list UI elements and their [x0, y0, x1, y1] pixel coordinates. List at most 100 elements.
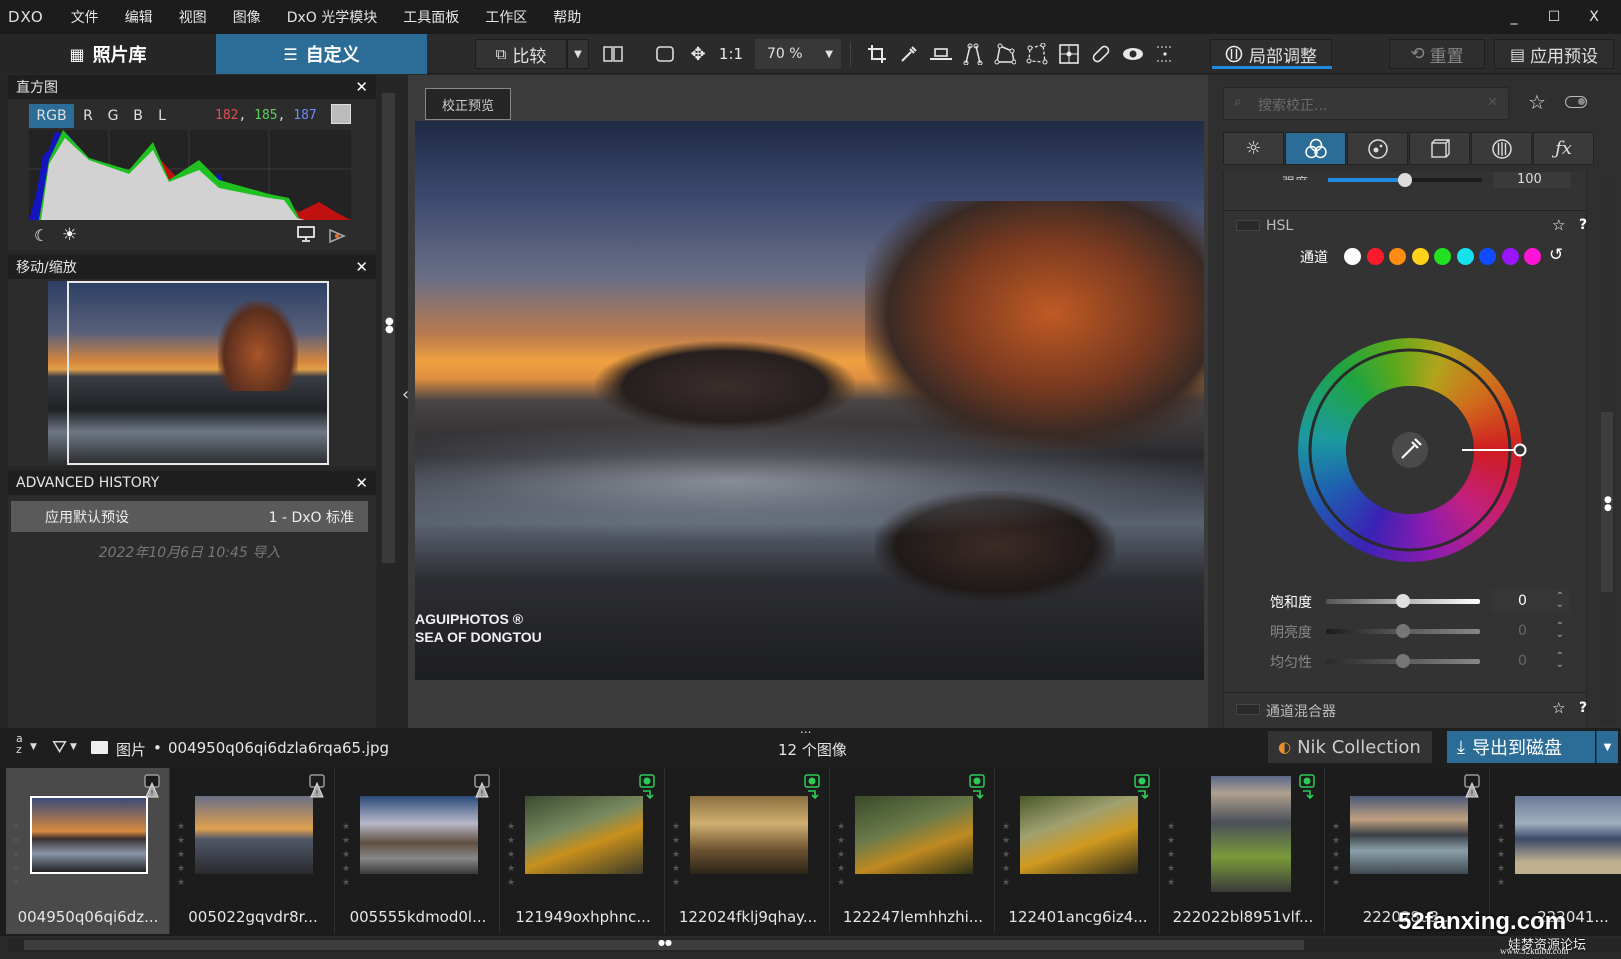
navigator-viewport-frame[interactable] — [67, 281, 329, 465]
hue-color-wheel[interactable] — [1290, 330, 1530, 570]
close-icon[interactable]: ✕ — [355, 258, 368, 276]
intensity-slider[interactable] — [1328, 173, 1482, 187]
hist-channel-b[interactable]: B — [128, 104, 148, 128]
side-by-side-icon[interactable] — [600, 42, 626, 66]
channel-swatch-blue[interactable] — [1479, 248, 1496, 265]
star-rating[interactable]: ★ ★ ★ ★ ★ — [672, 820, 682, 890]
one-to-one-button[interactable]: 1:1 — [718, 42, 744, 66]
hsl-favorite-star-icon[interactable]: ☆ — [1552, 216, 1565, 234]
menu-image[interactable]: 图像 — [220, 7, 274, 27]
hist-channel-l[interactable]: L — [152, 104, 172, 128]
menu-optics-modules[interactable]: DxO 光学模块 — [274, 7, 391, 27]
collapse-left-icon[interactable]: ‹ — [402, 384, 409, 405]
close-window-button[interactable]: X — [1574, 0, 1614, 34]
spin-arrows-icon[interactable]: ⌃ ⌄ — [1556, 592, 1564, 610]
menu-file[interactable]: 文件 — [58, 7, 112, 27]
channel-mixer-toggle[interactable] — [1236, 704, 1260, 715]
favorites-star-icon[interactable]: ☆ — [1528, 90, 1546, 114]
intensity-value[interactable]: 100 — [1493, 172, 1571, 188]
tab-photolibrary[interactable]: ▦ 照片库 — [0, 34, 216, 74]
hsl-enable-toggle[interactable] — [1236, 220, 1260, 231]
nik-collection-button[interactable]: ◐ Nik Collection — [1268, 731, 1432, 763]
sun-icon[interactable]: ☀ — [62, 225, 77, 245]
zoom-select[interactable]: 70 % ▼ — [755, 39, 841, 69]
palette-tab-local[interactable] — [1471, 132, 1532, 165]
tab-customize[interactable]: ☰ 自定义 — [216, 34, 427, 74]
palette-tab-geometry[interactable] — [1409, 132, 1470, 165]
channel-swatch-red[interactable] — [1366, 248, 1384, 265]
channel-swatch-all[interactable] — [1344, 248, 1361, 265]
drag-handle-icon[interactable]: ●● — [1604, 496, 1612, 513]
palette-tab-fx[interactable]: ƒx — [1533, 132, 1594, 165]
more-options[interactable]: ... — [800, 722, 811, 736]
channel-swatch-yellow[interactable] — [1411, 248, 1429, 265]
sort-button[interactable]: az — [16, 733, 23, 755]
channel-swatch-orange[interactable] — [1389, 248, 1406, 265]
red-eye-icon[interactable] — [1120, 42, 1146, 66]
grid-overlay-icon[interactable] — [1152, 42, 1178, 66]
moon-icon[interactable]: ☾ — [34, 226, 48, 245]
apply-preset-button[interactable]: ▤ 应用预设 — [1494, 39, 1614, 69]
filmstrip-thumbnail[interactable]: ★ ★ ★ ★ ★! 005022gqvdr8r... — [171, 768, 335, 934]
reset-channel-icon[interactable]: ↺ — [1549, 245, 1563, 265]
perspective-8pt-icon[interactable] — [1024, 42, 1050, 66]
perspective-rect-icon[interactable] — [992, 42, 1018, 66]
monitor-icon[interactable] — [297, 226, 315, 246]
luminance-knob[interactable] — [1396, 624, 1410, 638]
star-rating[interactable]: ★ ★ ★ ★ ★ — [177, 820, 187, 890]
horizon-icon[interactable] — [928, 42, 954, 66]
export-to-disk-button[interactable]: ⤓ 导出到磁盘 — [1447, 731, 1595, 763]
filmstrip-thumbnail[interactable]: ★ ★ ★ ★ ★ 122247lemhhzhi... — [831, 768, 995, 934]
hist-channel-rgb[interactable]: RGB — [29, 104, 74, 128]
filter-icon[interactable]: ⛛ — [52, 737, 67, 758]
main-photo[interactable] — [415, 121, 1204, 680]
palette-tab-light[interactable]: ☼ — [1223, 132, 1284, 165]
toggle-switch[interactable] — [1565, 96, 1587, 108]
channel-swatch-purple[interactable] — [1501, 248, 1519, 265]
reset-button[interactable]: ⟲ 重置 — [1389, 39, 1485, 69]
uniformity-knob[interactable] — [1396, 654, 1410, 668]
hsl-help-icon[interactable]: ? — [1579, 217, 1587, 233]
star-rating[interactable]: ★ ★ ★ ★ ★ — [837, 820, 847, 890]
star-rating[interactable]: ★ ★ ★ ★ ★ — [507, 820, 517, 890]
filmstrip-thumbnail[interactable]: ★ ★ ★ ★ ★ 222022bl8951vlf... — [1161, 768, 1325, 934]
menu-view[interactable]: 视图 — [166, 7, 220, 27]
crop-icon[interactable] — [864, 42, 890, 66]
folder-name[interactable]: 图片 — [116, 739, 146, 760]
compare-dropdown[interactable]: ▼ — [567, 39, 589, 69]
menu-help[interactable]: 帮助 — [540, 7, 594, 27]
star-rating[interactable]: ★ ★ ★ ★ ★ — [1332, 820, 1342, 890]
uniformity-spinbox[interactable]: 0 ⌃ ⌄ — [1492, 649, 1570, 673]
fit-screen-icon[interactable] — [652, 42, 678, 66]
search-field[interactable]: ⌕ 搜索校正... ✕ — [1223, 87, 1509, 120]
export-dropdown[interactable]: ▼ — [1596, 731, 1618, 763]
star-rating[interactable]: ★ ★ ★ ★ ★ — [12, 820, 22, 890]
menu-edit[interactable]: 编辑 — [112, 7, 166, 27]
drag-handle-icon[interactable]: ●● — [658, 938, 672, 947]
filmstrip-thumbnail[interactable]: ★ ★ ★ ★ ★ 122024fklj9qhay... — [666, 768, 830, 934]
luminance-spinbox[interactable]: 0 ⌃ ⌄ — [1492, 619, 1570, 643]
eyedropper-icon[interactable] — [896, 42, 922, 66]
star-rating[interactable]: ★ ★ ★ ★ ★ — [1167, 820, 1177, 890]
hist-channel-g[interactable]: G — [102, 104, 124, 128]
saturation-knob[interactable] — [1396, 594, 1410, 608]
filmstrip-thumbnail[interactable]: ★ ★ ★ ★ ★! 005555kdmod0l... — [336, 768, 500, 934]
star-rating[interactable]: ★ ★ ★ ★ ★ — [1002, 820, 1012, 890]
maximize-button[interactable]: ☐ — [1534, 0, 1574, 34]
local-adjustments-button[interactable]: 局部调整 — [1210, 39, 1332, 69]
hue-handle[interactable] — [1513, 443, 1527, 457]
menu-tool-palettes[interactable]: 工具面板 — [390, 7, 472, 27]
star-rating[interactable]: ★ ★ ★ ★ ★ — [342, 820, 352, 890]
repair-icon[interactable] — [1088, 42, 1114, 66]
channel-swatch-green[interactable] — [1434, 248, 1451, 265]
channel-swatch-cyan[interactable] — [1456, 248, 1474, 265]
volume-deformation-icon[interactable] — [1056, 42, 1082, 66]
hist-channel-r[interactable]: R — [78, 104, 98, 128]
palette-tab-detail[interactable] — [1347, 132, 1408, 165]
channel-mixer-favorite-star-icon[interactable]: ☆ — [1552, 699, 1565, 717]
compare-button[interactable]: ⧉ 比较 — [475, 39, 567, 69]
minimize-button[interactable]: _ — [1494, 0, 1534, 34]
drag-handle-icon[interactable]: ●● — [385, 317, 394, 335]
move-icon[interactable]: ✥ — [685, 42, 711, 66]
close-icon[interactable]: ✕ — [355, 474, 368, 492]
